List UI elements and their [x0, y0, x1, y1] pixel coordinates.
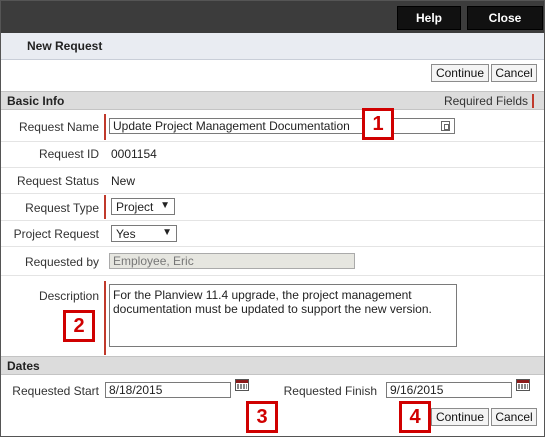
row-divider	[1, 141, 544, 142]
project-request-selected: Yes	[116, 226, 136, 241]
request-type-select[interactable]: Project ▼	[111, 198, 175, 215]
required-marker	[104, 281, 106, 355]
request-type-selected: Project	[116, 199, 154, 214]
row-divider	[1, 275, 544, 276]
row-divider	[1, 193, 544, 194]
close-button[interactable]: Close	[467, 6, 543, 30]
top-bar: Help Close	[1, 1, 544, 33]
requested-start-input[interactable]: 8/18/2015	[105, 382, 231, 398]
project-request-label: Project Request	[13, 227, 99, 241]
project-request-select[interactable]: Yes ▼	[111, 225, 177, 242]
help-button[interactable]: Help	[397, 6, 461, 30]
section-title: Dates	[7, 359, 40, 373]
description-textarea[interactable]: For the Planview 11.4 upgrade, the proje…	[109, 284, 457, 347]
row-divider	[1, 167, 544, 168]
callout-2: 2	[63, 310, 95, 342]
required-marker	[104, 114, 106, 140]
calendar-icon[interactable]	[516, 379, 530, 391]
requested-finish-value: 9/16/2015	[390, 383, 444, 397]
spellcheck-icon[interactable]	[441, 121, 450, 131]
chevron-down-icon: ▼	[162, 227, 172, 238]
calendar-icon[interactable]	[235, 379, 249, 391]
request-id-value: 0001154	[111, 147, 157, 161]
request-name-input[interactable]: Update Project Management Documentation	[109, 118, 455, 134]
cancel-button-top[interactable]: Cancel	[491, 64, 537, 82]
requested-start-label: Requested Start	[12, 384, 99, 398]
request-id-label: Request ID	[38, 147, 99, 161]
requested-by-value: Employee, Eric	[113, 254, 194, 268]
request-status-value: New	[111, 174, 136, 188]
requested-by-label: Requested by	[24, 255, 99, 269]
page-header: New Request	[1, 33, 544, 60]
callout-1: 1	[362, 108, 394, 140]
callout-3: 3	[246, 401, 278, 433]
cancel-button-bottom[interactable]: Cancel	[491, 408, 537, 426]
required-marker	[104, 195, 106, 219]
continue-button-bottom[interactable]: Continue	[431, 408, 489, 426]
requested-finish-input[interactable]: 9/16/2015	[386, 382, 512, 398]
request-name-value: Update Project Management Documentation	[113, 119, 350, 133]
request-name-label: Request Name	[18, 120, 99, 134]
section-title: Basic Info	[7, 94, 65, 108]
dates-section-header: Dates	[1, 356, 544, 375]
row-divider	[1, 246, 544, 247]
requested-start-value: 8/18/2015	[109, 383, 163, 397]
continue-button-top[interactable]: Continue	[431, 64, 489, 82]
request-type-label: Request Type	[25, 201, 99, 215]
requested-by-input: Employee, Eric	[109, 253, 355, 269]
requested-finish-label: Requested Finish	[283, 384, 377, 398]
request-status-label: Request Status	[16, 174, 99, 188]
callout-4: 4	[399, 401, 431, 433]
basic-info-section-header: Basic Info Required Fields	[1, 91, 544, 110]
chevron-down-icon: ▼	[160, 200, 170, 211]
request-dialog: Help Close New Request Continue Cancel B…	[0, 0, 545, 437]
row-divider	[1, 220, 544, 221]
required-fields-legend: Required Fields	[444, 94, 534, 108]
page-title: New Request	[27, 39, 103, 53]
description-label: Description	[38, 289, 99, 303]
